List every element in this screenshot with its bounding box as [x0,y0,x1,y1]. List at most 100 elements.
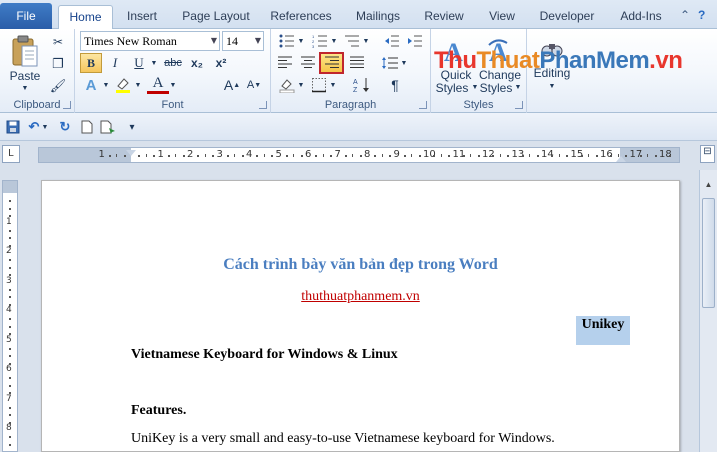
font-color-button[interactable]: A [147,75,169,94]
show-formatting-button[interactable]: ¶ [384,75,406,95]
tab-page-layout[interactable]: Page Layout [177,5,255,29]
tab-view[interactable]: View [482,5,522,29]
numbering-dropdown-icon[interactable]: ▼ [330,31,338,51]
multilevel-list-icon[interactable] [341,31,363,51]
paste-icon[interactable] [8,32,42,72]
right-indent-marker[interactable] [616,156,626,162]
font-name-dropdown-icon[interactable]: ▼ [211,32,217,50]
italic-button[interactable]: I [104,53,126,73]
cut-icon[interactable]: ✂ [47,32,69,52]
new-document-icon[interactable] [78,118,96,136]
align-center-icon[interactable] [297,53,319,73]
tab-selector[interactable]: L [2,145,20,163]
highlight-color-icon[interactable] [112,75,134,95]
document-heading[interactable]: Vietnamese Keyboard for Windows & Linux [131,347,398,363]
decrease-indent-icon[interactable] [381,31,403,51]
body-paragraph[interactable]: UniKey is a very small and easy-to-use V… [131,431,555,447]
first-line-indent-marker[interactable] [126,150,136,156]
paragraph-launcher-icon[interactable] [419,101,427,109]
text-effects-icon[interactable]: A [80,75,102,95]
right-aligned-selection[interactable]: Unikey [576,316,630,345]
paste-dropdown-icon[interactable]: ▼ [18,83,32,93]
superscript-button[interactable]: x² [210,53,232,73]
tab-review[interactable]: Review [420,5,468,29]
change-styles-dropdown-icon[interactable]: ▼ [514,81,522,94]
features-heading[interactable]: Features. [131,403,186,419]
quick-access-toolbar: ↶ ▼ ↻ ▾ [0,113,717,141]
vertical-ruler-tick [9,229,11,232]
borders-dropdown-icon[interactable]: ▼ [329,75,337,95]
underline-dropdown-icon[interactable]: ▼ [150,53,158,73]
grow-font-button[interactable]: A ▲ [221,75,243,95]
vertical-ruler[interactable]: 1 2 3 4 5 6 7 8 [2,180,18,452]
ruler-tick [389,155,392,157]
change-styles-label-2[interactable]: Styles [477,81,515,95]
borders-icon[interactable] [308,75,330,95]
multilevel-dropdown-icon[interactable]: ▼ [362,31,370,51]
horizontal-ruler[interactable]: 1 1 2 3 4 5 6 7 8 9 10 11 12 13 14 15 16 17 18 [38,147,680,163]
help-icon[interactable]: ? [698,8,705,22]
shrink-font-button[interactable]: A ▼ [243,75,265,95]
line-spacing-dropdown-icon[interactable]: ▼ [400,53,408,73]
tab-file[interactable]: File [0,3,52,29]
bullets-dropdown-icon[interactable]: ▼ [297,31,305,51]
paragraph-group: ▼ 123 ▼ ▼ ▼ ▼ ▼ A Z ¶ Paragraph [271,29,431,113]
justify-icon[interactable] [346,53,368,73]
increase-indent-icon[interactable] [404,31,426,51]
quick-styles-label-2[interactable]: Styles [431,81,473,95]
tab-insert[interactable]: Insert [119,5,165,29]
vertical-ruler-tick [9,384,11,387]
font-color-dropdown-icon[interactable]: ▼ [169,75,177,95]
subscript-button[interactable]: x₂ [186,53,208,73]
bullets-icon[interactable] [276,31,298,51]
document-page[interactable]: Cách trình bày văn bản đẹp trong Word th… [41,180,680,452]
watermark-logo: ThuThuatPhanMem.vn [434,47,683,75]
underline-button[interactable]: U [128,53,150,73]
undo-dropdown-icon[interactable]: ▼ [41,118,49,136]
save-icon[interactable] [4,118,22,136]
align-right-icon[interactable] [319,52,344,74]
repeat-icon[interactable]: ↻ [56,118,74,136]
copy-icon[interactable]: ❐ [47,54,69,74]
shading-icon[interactable] [276,75,298,95]
align-left-icon[interactable] [274,53,296,73]
font-name-combo[interactable]: Times New Roman ▼ [80,31,220,51]
document-link[interactable]: thuthuatphanmem.vn [42,289,679,305]
scroll-up-icon[interactable]: ▲ [702,180,715,194]
editing-dropdown-icon[interactable]: ▼ [548,80,556,92]
tab-add-ins[interactable]: Add-Ins [614,5,668,29]
bold-button[interactable]: B [80,53,102,73]
paste-button[interactable]: Paste [6,69,44,83]
line-spacing-icon[interactable] [379,53,401,73]
sort-icon[interactable]: AZ [351,75,373,95]
document-title[interactable]: Cách trình bày văn bản đẹp trong Word [42,256,679,274]
print-preview-icon[interactable] [99,118,117,136]
tab-mailings[interactable]: Mailings [349,5,407,29]
clipboard-launcher-icon[interactable] [63,101,71,109]
customize-qat-icon[interactable]: ▾ [123,118,141,136]
logo-part-4: .vn [649,47,683,74]
shading-dropdown-icon[interactable]: ▼ [297,75,305,95]
vertical-ruler-tick [9,436,11,439]
ruler-tick [492,155,495,157]
tab-references[interactable]: References [266,5,336,29]
highlight-dropdown-icon[interactable]: ▼ [134,75,142,95]
font-size-combo[interactable]: 14 ▼ [222,31,264,51]
vertical-ruler-number: 3 [6,275,12,286]
vertical-ruler-tick [9,325,11,328]
view-ruler-icon[interactable]: ⊟ [700,145,715,163]
tab-developer[interactable]: Developer [535,5,599,29]
minimize-ribbon-icon[interactable]: ⌃ [680,8,690,22]
vertical-scrollbar[interactable]: ▲ [699,170,717,452]
vertical-ruler-tick [9,296,11,299]
font-size-dropdown-icon[interactable]: ▼ [255,32,261,50]
text-effects-dropdown-icon[interactable]: ▼ [102,75,110,95]
scroll-thumb[interactable] [702,198,715,308]
styles-launcher-icon[interactable] [515,101,523,109]
font-launcher-icon[interactable] [259,101,267,109]
tab-home[interactable]: Home [58,5,113,30]
strikethrough-button[interactable]: abc [162,53,184,73]
format-painter-icon[interactable]: 🖌 [47,76,69,96]
vertical-ruler-tick [9,333,11,336]
numbering-icon[interactable]: 123 [309,31,331,51]
